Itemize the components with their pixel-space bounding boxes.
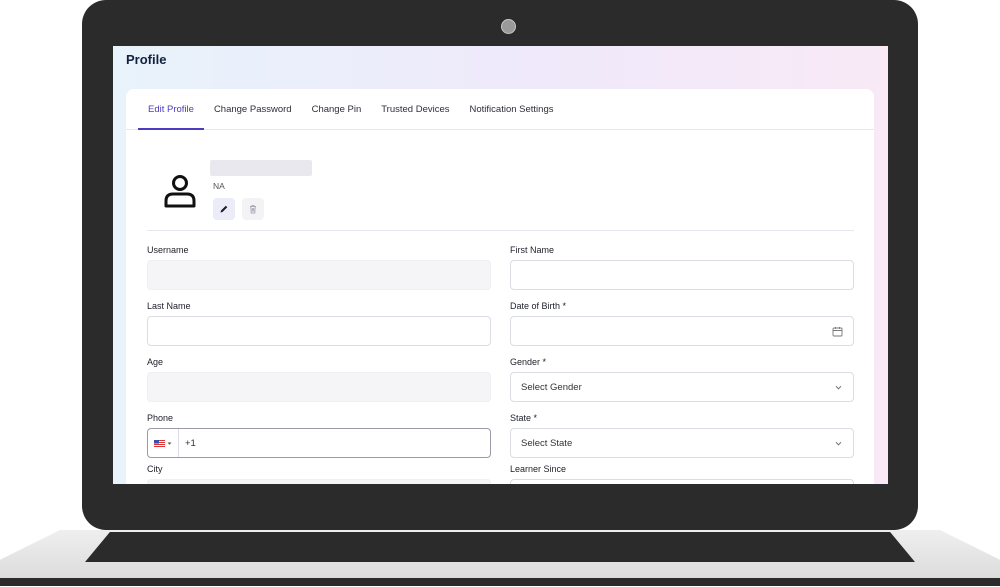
phone-field[interactable]: +1 xyxy=(147,428,491,458)
city-field[interactable] xyxy=(147,479,491,484)
learner-since-field[interactable] xyxy=(510,479,854,484)
phone-input[interactable] xyxy=(195,429,490,457)
country-selector[interactable] xyxy=(148,429,179,457)
section-divider xyxy=(147,230,854,231)
trash-icon xyxy=(250,205,256,214)
age-field[interactable] xyxy=(147,372,491,402)
city-label: City xyxy=(147,464,163,474)
dial-code: +1 xyxy=(185,437,196,449)
username-label: Username xyxy=(147,245,189,255)
camera-icon xyxy=(501,19,516,34)
laptop-keyboard-well xyxy=(85,532,915,562)
state-select[interactable]: Select State xyxy=(510,428,854,458)
tab-change-password[interactable]: Change Password xyxy=(204,89,302,130)
gender-select[interactable]: Select Gender xyxy=(510,372,854,402)
first-name-field[interactable] xyxy=(510,260,854,290)
age-label: Age xyxy=(147,357,164,367)
laptop-base xyxy=(0,530,1000,587)
first-name-label: First Name xyxy=(510,245,555,255)
chevron-down-icon xyxy=(835,385,842,389)
username-field[interactable] xyxy=(147,260,491,290)
profile-card: Edit Profile Change Password Change Pin … xyxy=(126,89,874,484)
caret-down-icon xyxy=(167,442,172,445)
state-select-value: Select State xyxy=(521,437,573,449)
calendar-icon[interactable] xyxy=(832,326,843,337)
name-placeholder xyxy=(210,160,312,176)
pencil-icon xyxy=(220,205,228,213)
user-icon xyxy=(162,173,198,209)
tab-bar: Edit Profile Change Password Change Pin … xyxy=(126,89,874,130)
gender-label: Gender * xyxy=(510,357,547,367)
page-title: Profile xyxy=(126,52,167,67)
gender-select-value: Select Gender xyxy=(521,381,582,393)
delete-avatar-button[interactable] xyxy=(242,198,264,220)
us-flag-icon xyxy=(154,439,165,447)
edit-avatar-button[interactable] xyxy=(213,198,235,220)
role-text: NA xyxy=(213,181,225,191)
tab-edit-profile[interactable]: Edit Profile xyxy=(138,89,204,130)
tab-trusted-devices[interactable]: Trusted Devices xyxy=(371,89,459,130)
chevron-down-icon xyxy=(835,441,842,445)
dob-label: Date of Birth * xyxy=(510,301,567,311)
laptop-base-edge xyxy=(0,578,1000,586)
state-label: State * xyxy=(510,413,538,423)
dob-field[interactable] xyxy=(510,316,854,346)
last-name-field[interactable] xyxy=(147,316,491,346)
screen: Profile Edit Profile Change Password Cha… xyxy=(113,46,888,484)
phone-label: Phone xyxy=(147,413,174,423)
learner-since-label: Learner Since xyxy=(510,464,567,474)
last-name-label: Last Name xyxy=(147,301,191,311)
tab-change-pin[interactable]: Change Pin xyxy=(302,89,372,130)
tab-notification-settings[interactable]: Notification Settings xyxy=(460,89,564,130)
